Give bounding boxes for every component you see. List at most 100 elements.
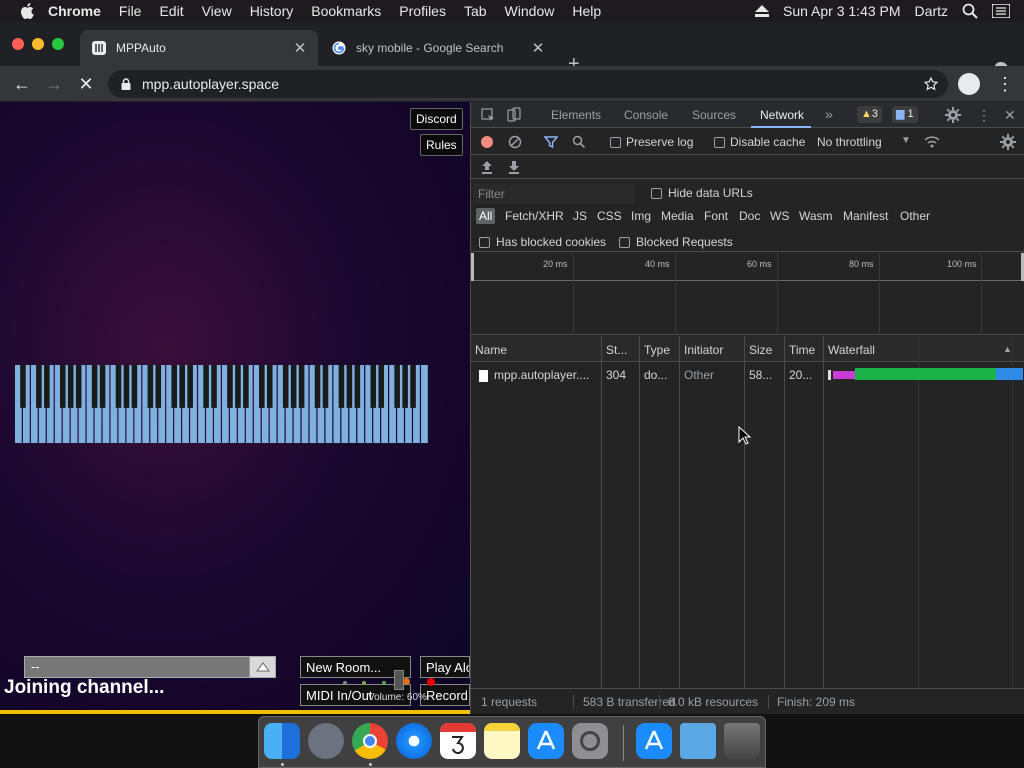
sort-ascending-icon[interactable]: ▲ <box>1003 344 1012 354</box>
menu-window[interactable]: Window <box>505 3 555 19</box>
calendar-icon[interactable] <box>440 723 476 759</box>
preserve-log-checkbox[interactable] <box>610 137 621 148</box>
tab-elements[interactable]: Elements <box>551 108 601 122</box>
close-devtools-icon[interactable]: ✕ <box>1004 107 1016 123</box>
column-time[interactable]: Time <box>789 343 815 357</box>
chrome-icon[interactable] <box>352 723 388 759</box>
disable-cache-checkbox[interactable] <box>714 137 725 148</box>
filter-type-doc[interactable]: Doc <box>739 209 760 223</box>
piano-black-key[interactable] <box>203 365 209 408</box>
menu-bookmarks[interactable]: Bookmarks <box>311 3 381 19</box>
downloads-folder-icon[interactable] <box>680 723 716 759</box>
column-type[interactable]: Type <box>644 343 670 357</box>
launchpad-rocket-icon[interactable] <box>308 723 344 759</box>
eject-icon[interactable] <box>755 5 770 17</box>
piano-black-key[interactable] <box>346 365 353 408</box>
more-tabs-chevron-icon[interactable]: » <box>825 106 833 122</box>
piano-black-key[interactable] <box>179 365 185 408</box>
filter-funnel-icon[interactable] <box>544 135 558 149</box>
inspect-element-icon[interactable] <box>481 108 495 122</box>
piano-black-key[interactable] <box>44 365 50 408</box>
piano-black-key[interactable] <box>131 365 138 408</box>
piano-black-key[interactable] <box>91 365 98 408</box>
piano-black-key[interactable] <box>115 365 122 408</box>
tab-close-icon[interactable]: ✕ <box>530 39 546 57</box>
apple-icon[interactable] <box>20 3 34 19</box>
filter-type-css[interactable]: CSS <box>597 209 622 223</box>
piano-black-key[interactable] <box>338 365 345 408</box>
export-har-download-icon[interactable] <box>508 160 520 174</box>
piano-black-key[interactable] <box>354 365 361 408</box>
back-arrow-icon[interactable]: ← <box>10 72 34 96</box>
column-status[interactable]: St... <box>606 343 627 357</box>
tab-network[interactable]: Network <box>760 108 804 122</box>
piano-black-key[interactable] <box>243 365 249 408</box>
filter-type-img[interactable]: Img <box>631 209 651 223</box>
piano-black-key[interactable] <box>282 365 289 408</box>
messages-badge[interactable]: ▆ 1 <box>892 106 918 123</box>
chrome-menu-kebab-icon[interactable]: ⋮ <box>996 72 1014 96</box>
network-overview-timeline[interactable]: 20 ms 40 ms 60 ms 80 ms 100 ms <box>471 253 1024 335</box>
tab-google-search[interactable]: sky mobile - Google Search ✕ <box>320 30 556 66</box>
warnings-badge[interactable]: ▲3 <box>857 106 883 123</box>
throttling-dropdown-arrow-icon[interactable]: ▼ <box>901 135 911 146</box>
column-waterfall[interactable]: Waterfall <box>828 343 875 357</box>
app-store-downloads-icon[interactable] <box>636 723 672 759</box>
piano-black-key[interactable] <box>410 365 416 408</box>
piano-black-key[interactable] <box>36 365 42 408</box>
devtools-menu-kebab-icon[interactable]: ⋮ <box>977 107 991 123</box>
filter-type-manifest[interactable]: Manifest <box>843 209 888 223</box>
filter-type-media[interactable]: Media <box>661 209 694 223</box>
column-size[interactable]: Size <box>749 343 772 357</box>
filter-type-wasm[interactable]: Wasm <box>799 209 833 223</box>
filter-type-other[interactable]: Other <box>900 209 930 223</box>
lock-icon[interactable] <box>120 78 132 90</box>
menu-help[interactable]: Help <box>572 3 601 19</box>
menu-view[interactable]: View <box>202 3 232 19</box>
chat-input[interactable]: -- <box>24 656 276 678</box>
menubar-clock[interactable]: Sun Apr 3 1:43 PM <box>783 3 901 19</box>
piano-white-key[interactable] <box>421 365 428 443</box>
piano-black-key[interactable] <box>235 365 241 408</box>
system-preferences-gear-icon[interactable] <box>572 723 608 759</box>
piano-black-key[interactable] <box>187 365 193 408</box>
close-window-button[interactable] <box>12 38 24 50</box>
piano-black-key[interactable] <box>75 365 82 408</box>
tab-mppauto[interactable]: MPPAuto ✕ <box>80 30 318 66</box>
piano-black-key[interactable] <box>378 365 385 408</box>
filter-type-all[interactable]: All <box>476 208 496 224</box>
device-toolbar-icon[interactable] <box>507 107 521 123</box>
blocked-requests-checkbox[interactable] <box>619 237 630 248</box>
piano-black-key[interactable] <box>20 365 26 408</box>
record-button[interactable]: Record <box>420 684 470 706</box>
trash-icon[interactable] <box>724 723 760 759</box>
throttling-select[interactable]: No throttling <box>817 135 882 149</box>
piano-black-key[interactable] <box>211 365 217 408</box>
menu-edit[interactable]: Edit <box>159 3 183 19</box>
piano-black-key[interactable] <box>259 365 265 408</box>
chat-expand-button[interactable] <box>249 657 275 677</box>
tab-console[interactable]: Console <box>624 108 668 122</box>
menu-profiles[interactable]: Profiles <box>399 3 446 19</box>
piano-black-key[interactable] <box>322 365 329 408</box>
piano-black-key[interactable] <box>298 365 305 408</box>
hide-data-urls-checkbox[interactable] <box>651 188 662 199</box>
piano-black-key[interactable] <box>67 365 74 408</box>
piano-black-key[interactable] <box>402 365 408 408</box>
rules-button[interactable]: Rules <box>420 134 463 156</box>
piano-black-key[interactable] <box>266 365 273 408</box>
piano-black-key[interactable] <box>147 365 154 408</box>
filter-type-font[interactable]: Font <box>704 209 728 223</box>
zoom-window-button[interactable] <box>52 38 64 50</box>
network-settings-gear-icon[interactable] <box>1000 134 1016 150</box>
filter-type-fetch-xhr[interactable]: Fetch/XHR <box>505 209 564 223</box>
tab-close-icon[interactable]: ✕ <box>292 39 308 57</box>
bookmark-star-icon[interactable] <box>924 77 938 91</box>
profile-avatar-icon[interactable] <box>958 73 980 95</box>
menu-app-chrome[interactable]: Chrome <box>48 3 101 19</box>
piano-black-key[interactable] <box>59 365 66 408</box>
finder-icon[interactable] <box>264 723 300 759</box>
filter-type-js[interactable]: JS <box>573 209 587 223</box>
filter-input[interactable]: Filter <box>473 184 635 204</box>
spotlight-search-icon[interactable] <box>962 3 978 19</box>
